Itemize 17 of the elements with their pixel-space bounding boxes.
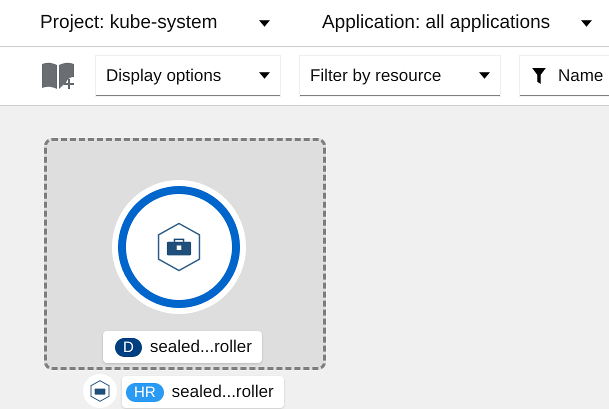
caret-icon: [581, 20, 592, 26]
toolbox-icon: [90, 380, 110, 402]
toolbar-dropdown[interactable]: Display options: [96, 56, 280, 96]
caret-icon: [259, 20, 270, 26]
toolbar-dropdown[interactable]: Filter by resource: [300, 56, 500, 96]
group-name: sealed...roller: [172, 382, 274, 402]
application-dropdown[interactable]: Application: all applications: [322, 12, 592, 34]
caret-icon: [259, 72, 270, 79]
filter-dropdown[interactable]: Name: [520, 56, 609, 96]
filter-icon: [532, 68, 546, 84]
book-add-icon[interactable]: [40, 60, 76, 92]
project-dropdown[interactable]: Project: kube-system: [40, 12, 270, 34]
resource-badge: HR: [126, 382, 164, 402]
resource-badge: D: [115, 338, 142, 356]
caret-icon: [479, 72, 490, 79]
node-name: sealed...roller: [150, 337, 252, 357]
toolbox-icon: [156, 222, 202, 272]
